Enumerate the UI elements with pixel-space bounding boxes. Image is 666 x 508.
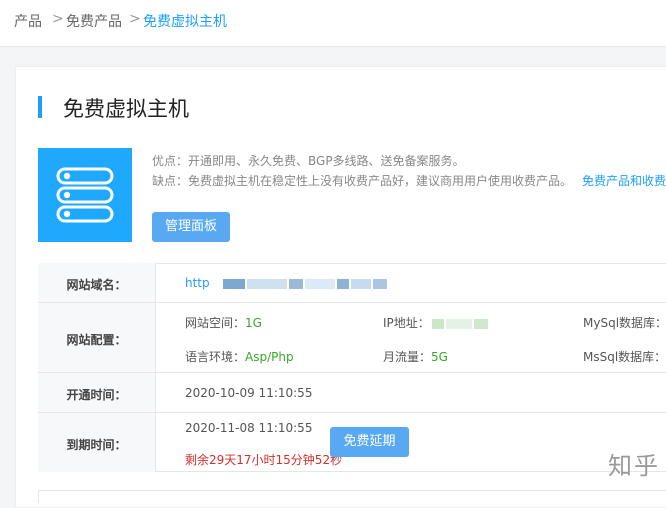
redacted-block xyxy=(247,278,288,289)
breadcrumb-separator: > xyxy=(129,11,141,27)
mysql-info: MySql数据库： xyxy=(583,316,666,330)
expire-time-value: 2020-11-08 11:10:55 xyxy=(185,421,313,435)
redacted-block xyxy=(337,278,350,289)
manage-panel-button[interactable]: 管理面板 xyxy=(152,212,230,242)
watermark: 知乎 xyxy=(608,452,660,480)
traffic-info: 月流量：5G xyxy=(383,350,448,364)
space-info: 网站空间：1G xyxy=(185,316,262,330)
redacted-block xyxy=(223,278,246,289)
disadvantages-text: 缺点：免费虚拟主机在稳定性上没有收费产品好，建议商用用户使用收费产品。 xyxy=(152,174,573,188)
next-section-card xyxy=(38,490,666,503)
breadcrumb-bar: 产品 > 免费产品 > 免费虚拟主机 xyxy=(0,0,666,47)
redacted-block xyxy=(373,278,388,289)
mssql-info: MsSql数据库： xyxy=(583,350,666,364)
advantages-text: 优点：开通即用、永久免费、BGP多线路、送免备案服务。 xyxy=(152,154,465,168)
row-divider xyxy=(38,412,666,413)
expire-time-label: 到期时间： xyxy=(66,438,127,452)
config-label: 网站配置： xyxy=(66,333,127,347)
breadcrumb-item-free-products[interactable]: 免费产品 xyxy=(66,11,122,31)
disadvantages-line: 缺点：免费虚拟主机在稳定性上没有收费产品好，建议商用用户使用收费产品。 免费产品和… xyxy=(152,172,666,189)
domain-value[interactable]: http xyxy=(185,276,388,290)
server-icon xyxy=(38,148,132,242)
open-time-value: 2020-10-09 11:10:55 xyxy=(185,386,313,400)
breadcrumb-separator: > xyxy=(52,11,64,27)
redacted-block xyxy=(305,278,336,289)
remaining-time: 剩余29天17小时15分钟52秒 xyxy=(185,453,343,467)
ip-info: IP地址： xyxy=(383,314,488,331)
title-accent-bar xyxy=(38,96,42,118)
traffic-value: 5G xyxy=(431,350,448,364)
domain-label: 网站域名： xyxy=(66,278,127,292)
redacted-block xyxy=(473,318,488,329)
breadcrumb-item-current: 免费虚拟主机 xyxy=(143,14,227,30)
language-value: Asp/Php xyxy=(245,350,294,364)
row-divider xyxy=(38,302,666,303)
row-divider xyxy=(38,372,666,373)
free-extend-button[interactable]: 免费延期 xyxy=(330,427,409,457)
redacted-block xyxy=(431,318,444,329)
redacted-block xyxy=(289,278,304,289)
redacted-block xyxy=(351,278,372,289)
space-value: 1G xyxy=(245,316,262,330)
compare-products-link[interactable]: 免费产品和收费产品 xyxy=(582,174,666,188)
language-info: 语言环境：Asp/Php xyxy=(185,350,294,364)
page-title: 免费虚拟主机 xyxy=(63,97,189,121)
open-time-label: 开通时间： xyxy=(66,388,127,402)
breadcrumb-item-products[interactable]: 产品 xyxy=(14,11,42,31)
redacted-block xyxy=(445,318,472,329)
